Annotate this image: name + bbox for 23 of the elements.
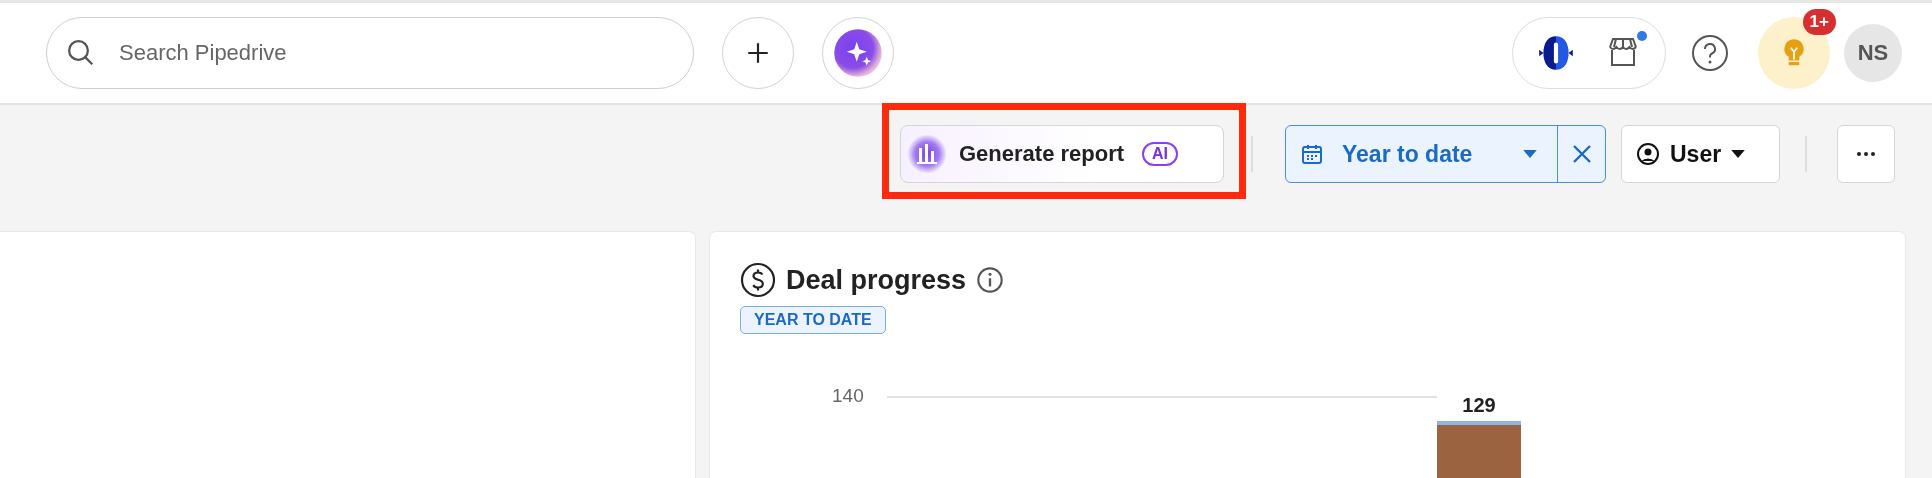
more-icon [1856, 151, 1876, 157]
close-icon [1571, 144, 1592, 164]
calendar-icon [1300, 142, 1324, 166]
card-title: Deal progress [786, 264, 967, 296]
caret-icon [1731, 149, 1746, 159]
help-icon[interactable] [1690, 33, 1730, 73]
notification-badge: 1+ [1802, 9, 1836, 35]
bar-chart-icon [907, 134, 947, 174]
search-icon [66, 38, 96, 68]
axis-label: 140 [832, 386, 865, 406]
period-badge: YEAR TO DATE [740, 306, 886, 334]
ai-tag: AI [1142, 142, 1179, 166]
user-dropdown[interactable]: User [1621, 125, 1780, 183]
caret-icon [1523, 149, 1537, 159]
user-icon [1636, 142, 1660, 166]
sparkle-icon [833, 28, 883, 78]
plus-icon [745, 40, 771, 66]
search-field[interactable]: Search Pipedrive [46, 17, 694, 89]
bar-value-label: 129 [1462, 394, 1496, 417]
user-avatar[interactable]: NS [1844, 24, 1902, 82]
generate-report-button[interactable]: Generate report AI [900, 125, 1224, 183]
dollar-icon [740, 262, 776, 298]
info-icon[interactable] [976, 266, 1005, 294]
